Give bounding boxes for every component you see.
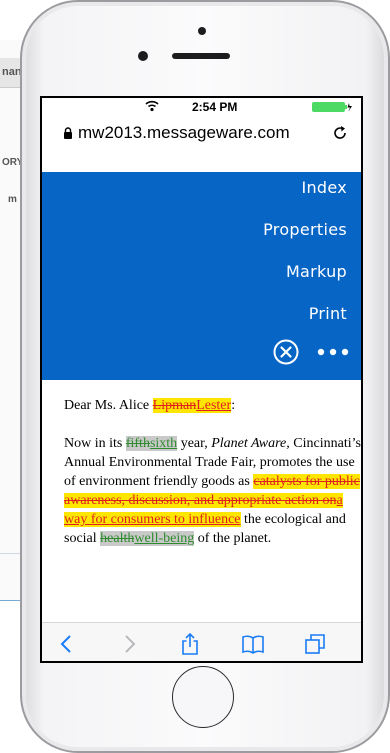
body-text: Now in its — [64, 436, 126, 451]
inserted-word: well-being — [134, 531, 195, 546]
bookmarks-icon[interactable] — [242, 633, 264, 655]
menu-item-properties[interactable]: Properties — [263, 220, 347, 239]
wifi-icon — [145, 100, 159, 112]
address-bar[interactable]: mw2013.messageware.com — [42, 116, 361, 150]
deleted-name: Lipman — [152, 398, 197, 413]
phone-screen: 2:54 PM mw2013.messageware.com Index Pro… — [40, 96, 363, 663]
body-text: year, — [177, 436, 212, 451]
url-text[interactable]: mw2013.messageware.com — [78, 123, 290, 143]
status-bar: 2:54 PM — [42, 98, 361, 116]
battery-charging-icon — [312, 102, 352, 112]
lock-icon — [64, 127, 72, 139]
browser-toolbar — [42, 622, 361, 661]
share-icon[interactable] — [179, 633, 201, 655]
greeting-suffix: : — [231, 398, 236, 413]
background-text-fragment: m — [8, 194, 17, 205]
forward-icon[interactable] — [118, 633, 140, 655]
back-icon[interactable] — [56, 633, 78, 655]
menu-item-print[interactable]: Print — [309, 304, 347, 323]
inserted-ordinal: sixth — [149, 436, 178, 451]
deleted-ordinal: fifth — [125, 436, 150, 451]
front-camera — [138, 51, 148, 61]
inserted-name: Lester — [196, 398, 232, 413]
document-body: Dear Ms. Alice LipmanLester: Now in its … — [64, 396, 361, 567]
status-time: 2:54 PM — [192, 100, 238, 114]
menu-item-markup[interactable]: Markup — [286, 262, 347, 281]
background-text-fragment: nan — [2, 66, 22, 78]
reload-icon[interactable] — [332, 125, 348, 141]
more-options-icon[interactable] — [316, 347, 350, 357]
home-button[interactable] — [172, 666, 234, 728]
greeting-text: Dear Ms. Alice — [64, 398, 153, 413]
body-text: of the planet. — [194, 531, 272, 546]
tabs-icon[interactable] — [304, 633, 326, 655]
close-circle-icon[interactable] — [273, 339, 299, 365]
deleted-word: health — [100, 531, 135, 546]
event-name: Planet Aware, — [211, 436, 290, 451]
body-paragraph: Now in its fifthsixth year, Planet Aware… — [64, 434, 361, 548]
earpiece-speaker — [172, 53, 230, 59]
navigation-menu: Index Properties Markup Print — [42, 172, 361, 380]
proximity-sensor — [198, 27, 206, 35]
menu-item-index[interactable]: Index — [301, 178, 347, 197]
greeting-paragraph: Dear Ms. Alice LipmanLester: — [64, 396, 361, 415]
